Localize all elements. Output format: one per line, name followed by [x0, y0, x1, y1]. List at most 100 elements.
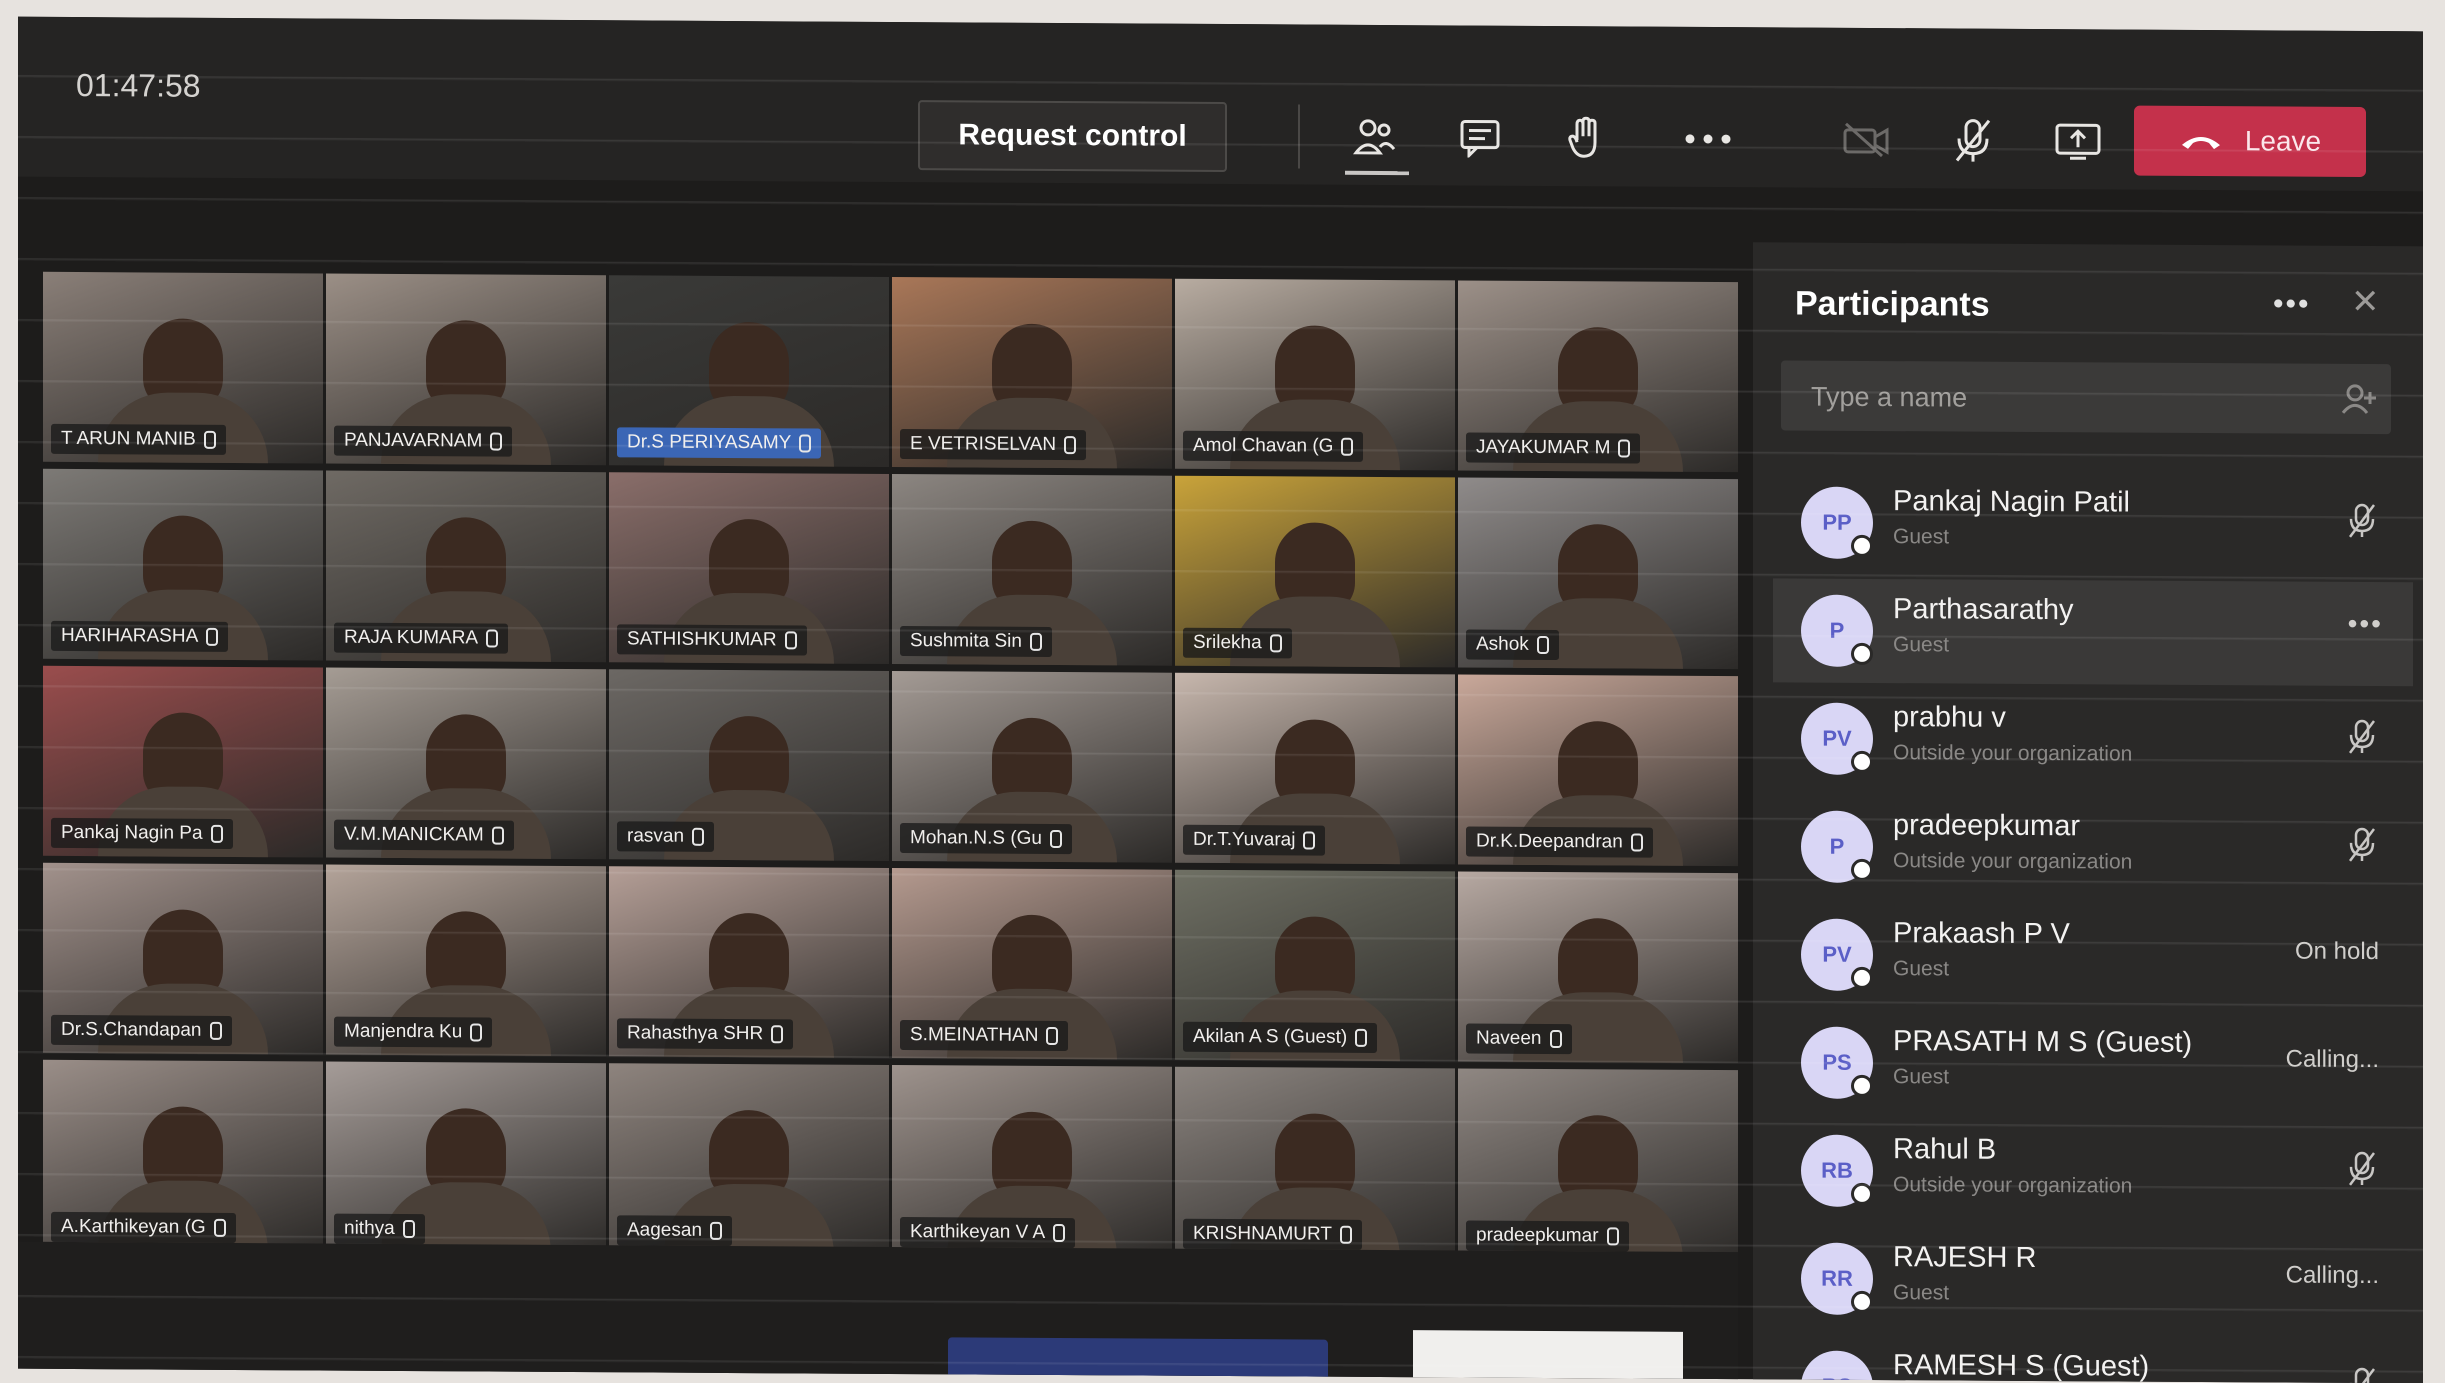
- tile-name-label: Karthikeyan V A: [900, 1217, 1075, 1248]
- presence-icon: [1851, 535, 1873, 557]
- participant-row[interactable]: PParthasarathyGuest•••: [1773, 578, 2413, 686]
- more-options-icon[interactable]: •••: [2348, 608, 2383, 640]
- mic-icon: [1050, 830, 1062, 848]
- avatar-initials: RS: [1822, 1374, 1853, 1383]
- tile-name-label: Sushmita Sin: [900, 626, 1052, 657]
- more-icon[interactable]: [1678, 109, 1738, 169]
- mic-icon: [1046, 1027, 1058, 1045]
- mic-icon: [211, 825, 223, 843]
- video-tile[interactable]: E VETRISELVAN: [892, 277, 1172, 469]
- participant-name: PRASATH M S (Guest): [1893, 1025, 2192, 1060]
- participant-row[interactable]: PVprabhu vOutside your organization: [1773, 686, 2413, 794]
- video-grid: T ARUN MANIB PANJAVARNAM Dr.S PERIYASAMYE …: [18, 257, 1718, 1247]
- teams-meeting-window: 01:47:58 Request control Leave T ARUN: [18, 17, 2423, 1383]
- avatar: RR: [1801, 1243, 1873, 1315]
- shared-content-thumbnail[interactable]: [948, 1337, 1328, 1379]
- video-tile[interactable]: pradeepkumar: [1458, 1068, 1738, 1260]
- toolbar-divider: [1298, 104, 1300, 168]
- video-tile[interactable]: Srilekha: [1175, 476, 1455, 668]
- tile-name-text: Ashok: [1476, 630, 1529, 660]
- video-tile[interactable]: HARIHARASHA: [43, 469, 323, 661]
- video-tile[interactable]: Ashok: [1458, 477, 1738, 669]
- participants-panel: Participants ••• ✕ PPPankaj Nagin PatilG…: [1753, 242, 2423, 1383]
- video-tile[interactable]: S.MEINATHAN: [892, 868, 1172, 1060]
- tile-name-text: Sushmita Sin: [910, 626, 1022, 657]
- tile-name-label: Rahasthya SHR: [617, 1018, 793, 1049]
- video-tile[interactable]: Dr.K.Deepandran: [1458, 674, 1738, 866]
- tile-name-text: Rahasthya SHR: [627, 1018, 763, 1049]
- video-tile[interactable]: Dr.S PERIYASAMY: [609, 275, 889, 467]
- request-control-button[interactable]: Request control: [918, 100, 1227, 172]
- video-tile[interactable]: Naveen: [1458, 871, 1738, 1063]
- video-tile[interactable]: Karthikeyan V A: [892, 1065, 1172, 1257]
- participant-role: Outside your organization: [1893, 849, 2132, 874]
- leave-button[interactable]: Leave: [2134, 106, 2366, 177]
- tile-name-text: S.MEINATHAN: [910, 1020, 1038, 1051]
- mic-icon: [1053, 1224, 1065, 1242]
- shared-content-thumbnail[interactable]: [1413, 1330, 1683, 1382]
- mic-icon: [1631, 834, 1643, 852]
- raise-hand-icon[interactable]: [1555, 108, 1615, 168]
- video-tile[interactable]: KRISHNAMURT: [1175, 1067, 1455, 1259]
- video-tile[interactable]: Manjendra Ku: [326, 865, 606, 1057]
- mic-icon: [799, 434, 811, 452]
- mic-icon: [403, 1220, 415, 1238]
- mic-icon: [1341, 438, 1353, 456]
- tile-name-label: PANJAVARNAM: [334, 426, 512, 457]
- participant-name: Prakaash P V: [1893, 917, 2070, 951]
- video-tile[interactable]: T ARUN MANIB: [43, 272, 323, 464]
- participant-status: Calling...: [2286, 1046, 2379, 1075]
- participant-row[interactable]: PPPankaj Nagin PatilGuest: [1773, 470, 2413, 578]
- participant-row[interactable]: RBRahul BOutside your organization: [1773, 1118, 2413, 1226]
- video-tile[interactable]: Aagesan: [609, 1063, 889, 1255]
- participant-row[interactable]: PSPRASATH M S (Guest)GuestCalling...: [1773, 1010, 2413, 1118]
- video-tile[interactable]: nithya: [326, 1062, 606, 1254]
- video-tile[interactable]: RAJA KUMARA: [326, 471, 606, 663]
- participant-row[interactable]: PpradeepkumarOutside your organization: [1773, 794, 2413, 902]
- participant-role: Guest: [1893, 957, 1949, 981]
- video-tile[interactable]: Rahasthya SHR: [609, 866, 889, 1058]
- camera-off-icon[interactable]: [1836, 110, 1896, 170]
- people-active-indicator: [1345, 171, 1409, 175]
- mic-off-icon: [2347, 1150, 2377, 1193]
- search-input[interactable]: [1781, 360, 2333, 435]
- tile-name-text: PANJAVARNAM: [344, 426, 482, 457]
- tile-name-label: S.MEINATHAN: [900, 1020, 1068, 1051]
- video-tile[interactable]: SATHISHKUMAR: [609, 472, 889, 664]
- video-tile[interactable]: A.Karthikeyan (G: [43, 1060, 323, 1252]
- video-tile[interactable]: Pankaj Nagin Pa: [43, 666, 323, 858]
- panel-more-icon[interactable]: •••: [2273, 287, 2311, 321]
- participant-name: RAMESH S (Guest): [1893, 1349, 2149, 1383]
- tile-name-text: nithya: [344, 1214, 395, 1244]
- add-participant-icon[interactable]: [2341, 382, 2377, 416]
- video-tile[interactable]: Amol Chavan (G: [1175, 279, 1455, 471]
- close-icon[interactable]: ✕: [2351, 282, 2380, 322]
- people-icon[interactable]: [1345, 107, 1405, 167]
- participant-row[interactable]: PVPrakaash P VGuestOn hold: [1773, 902, 2413, 1010]
- video-tile[interactable]: Dr.S.Chandapan: [43, 863, 323, 1055]
- tile-name-label: Ashok: [1466, 629, 1559, 660]
- video-tile[interactable]: Sushmita Sin: [892, 474, 1172, 666]
- chat-icon[interactable]: [1450, 107, 1510, 167]
- participant-row[interactable]: RRRAJESH RGuestCalling...: [1773, 1226, 2413, 1334]
- mic-off-icon[interactable]: [1943, 110, 2003, 170]
- video-tile[interactable]: Mohan.N.S (Gu: [892, 671, 1172, 863]
- mic-icon: [692, 828, 704, 846]
- tile-name-label: JAYAKUMAR M: [1466, 432, 1640, 463]
- mic-off-icon: [2347, 502, 2377, 545]
- participant-role: Guest: [1893, 525, 1949, 549]
- presence-icon: [1851, 859, 1873, 881]
- mic-icon: [1607, 1227, 1619, 1245]
- video-tile[interactable]: rasvan: [609, 669, 889, 861]
- video-tile[interactable]: Akilan A S (Guest): [1175, 870, 1455, 1062]
- video-tile[interactable]: V.M.MANICKAM: [326, 668, 606, 860]
- mic-icon: [1618, 439, 1630, 457]
- tile-name-text: KRISHNAMURT: [1193, 1219, 1332, 1250]
- video-tile[interactable]: Dr.T.Yuvaraj: [1175, 673, 1455, 865]
- avatar: PP: [1801, 487, 1873, 559]
- tile-name-label: rasvan: [617, 821, 714, 852]
- share-screen-icon[interactable]: [2048, 111, 2108, 171]
- video-tile[interactable]: PANJAVARNAM: [326, 274, 606, 466]
- video-tile[interactable]: JAYAKUMAR M: [1458, 280, 1738, 472]
- presence-icon: [1851, 967, 1873, 989]
